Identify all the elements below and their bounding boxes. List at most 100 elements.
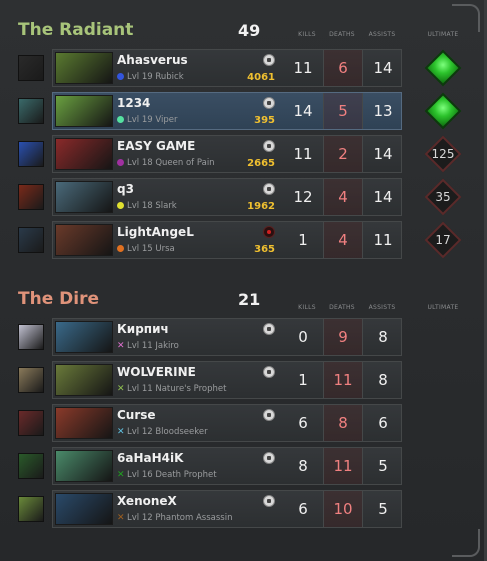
player-name: Curse xyxy=(117,408,156,422)
kills-value: 1 xyxy=(298,371,308,389)
ultimate-cooldown-text: 125 xyxy=(431,147,455,161)
player-name: LightAngeL xyxy=(117,225,194,239)
hero-level-text: Lvl 15 Ursa xyxy=(127,244,175,254)
hero-level-label: ✕ Lvl 12 Bloodseeker xyxy=(117,427,208,437)
dire-player-row[interactable]: 6aHaH4iK ✕ Lvl 16 Death Prophet 8 11 5 xyxy=(52,447,402,485)
radiant-player-row[interactable]: EASY GAME Lvl 18 Queen of Pain 2665 11 2 14 xyxy=(52,135,402,173)
player-color-dot-icon xyxy=(117,116,124,123)
hero-portrait-icon xyxy=(55,224,113,256)
player-avatar-icon[interactable] xyxy=(18,324,44,350)
player-color-dot-icon xyxy=(117,245,124,252)
hero-portrait-icon xyxy=(55,52,113,84)
kills-value: 14 xyxy=(293,102,313,120)
voice-speaker-icon[interactable] xyxy=(263,54,275,66)
dire-score: 21 xyxy=(238,290,261,309)
deaths-value: 10 xyxy=(323,491,363,527)
player-name: WOLVERINE xyxy=(117,365,196,379)
player-color-dot-icon xyxy=(117,202,124,209)
player-color-dot-icon xyxy=(117,73,124,80)
hero-level-label: Lvl 18 Slark xyxy=(117,201,177,211)
player-avatar-icon[interactable] xyxy=(18,184,44,210)
kills-value: 6 xyxy=(298,414,308,432)
radiant-player-row[interactable]: Ahasverus Lvl 19 Rubick 4061 11 6 14 xyxy=(52,49,402,87)
hero-level-label: ✕ Lvl 11 Jakiro xyxy=(117,341,179,351)
kills-value: 11 xyxy=(293,59,313,77)
radiant-player-row[interactable]: LightAngeL Lvl 15 Ursa 365 1 4 11 xyxy=(52,221,402,259)
player-avatar-icon[interactable] xyxy=(18,367,44,393)
player-name: q3 xyxy=(117,182,134,196)
scoreboard-panel: The Radiant 4 9 KILLS DEATHS ASSISTS ULTI… xyxy=(0,0,487,561)
radiant-title: The Radiant xyxy=(18,20,134,40)
voice-speaker-icon[interactable] xyxy=(263,366,275,378)
player-name: Кирпич xyxy=(117,322,169,336)
player-avatar-icon[interactable] xyxy=(18,410,44,436)
deaths-value: 9 xyxy=(323,319,363,355)
player-avatar-icon[interactable] xyxy=(18,141,44,167)
deaths-value: 5 xyxy=(323,93,363,129)
assists-value: 5 xyxy=(378,457,388,475)
hero-portrait-icon xyxy=(55,364,113,396)
radiant-assists-header: ASSISTS xyxy=(368,31,396,38)
gold-amount: 365 xyxy=(254,244,275,255)
hero-level-label: ✕ Lvl 12 Phantom Assassin xyxy=(117,513,232,523)
hero-level-text: Lvl 16 Death Prophet xyxy=(127,470,217,480)
assists-value: 13 xyxy=(373,102,393,120)
hero-portrait-icon xyxy=(55,95,113,127)
hero-level-text: Lvl 19 Viper xyxy=(127,115,178,125)
deaths-value: 4 xyxy=(323,179,363,215)
kills-value: 6 xyxy=(298,500,308,518)
radiant-player-row[interactable]: q3 Lvl 18 Slark 1962 12 4 14 xyxy=(52,178,402,216)
assists-value: 5 xyxy=(378,500,388,518)
assists-value: 14 xyxy=(373,188,393,206)
dire-kills-header: KILLS xyxy=(298,304,316,311)
hero-level-label: Lvl 19 Rubick xyxy=(117,72,184,82)
ultimate-status-icon xyxy=(424,49,462,87)
player-avatar-icon[interactable] xyxy=(18,98,44,124)
voice-speaker-icon[interactable] xyxy=(263,183,275,195)
hero-level-label: ✕ Lvl 16 Death Prophet xyxy=(117,470,217,480)
assists-value: 8 xyxy=(378,371,388,389)
assists-value: 14 xyxy=(373,145,393,163)
player-avatar-icon[interactable] xyxy=(18,453,44,479)
mute-indicator-icon[interactable] xyxy=(263,226,275,238)
dire-player-row[interactable]: XenoneX ✕ Lvl 12 Phantom Assassin 6 10 5 xyxy=(52,490,402,528)
dire-player-row[interactable]: WOLVERINE ✕ Lvl 11 Nature's Prophet 1 11 8 xyxy=(52,361,402,399)
gold-amount: 395 xyxy=(254,115,275,126)
gold-amount: 1962 xyxy=(247,201,275,212)
player-avatar-icon[interactable] xyxy=(18,496,44,522)
kills-value: 0 xyxy=(298,328,308,346)
ultimate-cooldown-text: 17 xyxy=(435,233,451,247)
radiant-kills-header: KILLS xyxy=(298,31,316,38)
dire-title: The Dire xyxy=(18,289,99,309)
radiant-deaths-header: DEATHS xyxy=(329,31,355,38)
ultimate-cooldown-text: 35 xyxy=(435,190,451,204)
hero-portrait-icon xyxy=(55,181,113,213)
player-avatar-icon[interactable] xyxy=(18,227,44,253)
hero-level-text: Lvl 18 Slark xyxy=(127,201,177,211)
hero-portrait-icon xyxy=(55,450,113,482)
hero-level-label: ✕ Lvl 11 Nature's Prophet xyxy=(117,384,226,394)
hero-level-label: Lvl 15 Ursa xyxy=(117,244,175,254)
hero-level-label: Lvl 19 Viper xyxy=(117,115,177,125)
voice-speaker-icon[interactable] xyxy=(263,323,275,335)
assists-value: 14 xyxy=(373,59,393,77)
player-avatar-icon[interactable] xyxy=(18,55,44,81)
voice-speaker-icon[interactable] xyxy=(263,409,275,421)
voice-speaker-icon[interactable] xyxy=(263,495,275,507)
radiant-ultimate-header: ULTIMATE xyxy=(427,31,459,38)
radiant-player-row[interactable]: 1234 Lvl 19 Viper 395 14 5 13 xyxy=(52,92,402,130)
voice-speaker-icon[interactable] xyxy=(263,140,275,152)
corner-ornament xyxy=(452,4,480,32)
dire-player-row[interactable]: Кирпич ✕ Lvl 11 Jakiro 0 9 8 xyxy=(52,318,402,356)
player-color-cross-icon: ✕ xyxy=(117,427,125,437)
hero-portrait-icon xyxy=(55,493,113,525)
player-name: Ahasverus xyxy=(117,53,188,67)
assists-value: 8 xyxy=(378,328,388,346)
hero-level-text: Lvl 11 Jakiro xyxy=(127,341,179,351)
voice-speaker-icon[interactable] xyxy=(263,452,275,464)
player-color-dot-icon xyxy=(117,159,124,166)
dire-player-row[interactable]: Curse ✕ Lvl 12 Bloodseeker 6 8 6 xyxy=(52,404,402,442)
assists-value: 11 xyxy=(373,231,393,249)
hero-portrait-icon xyxy=(55,138,113,170)
voice-speaker-icon[interactable] xyxy=(263,97,275,109)
